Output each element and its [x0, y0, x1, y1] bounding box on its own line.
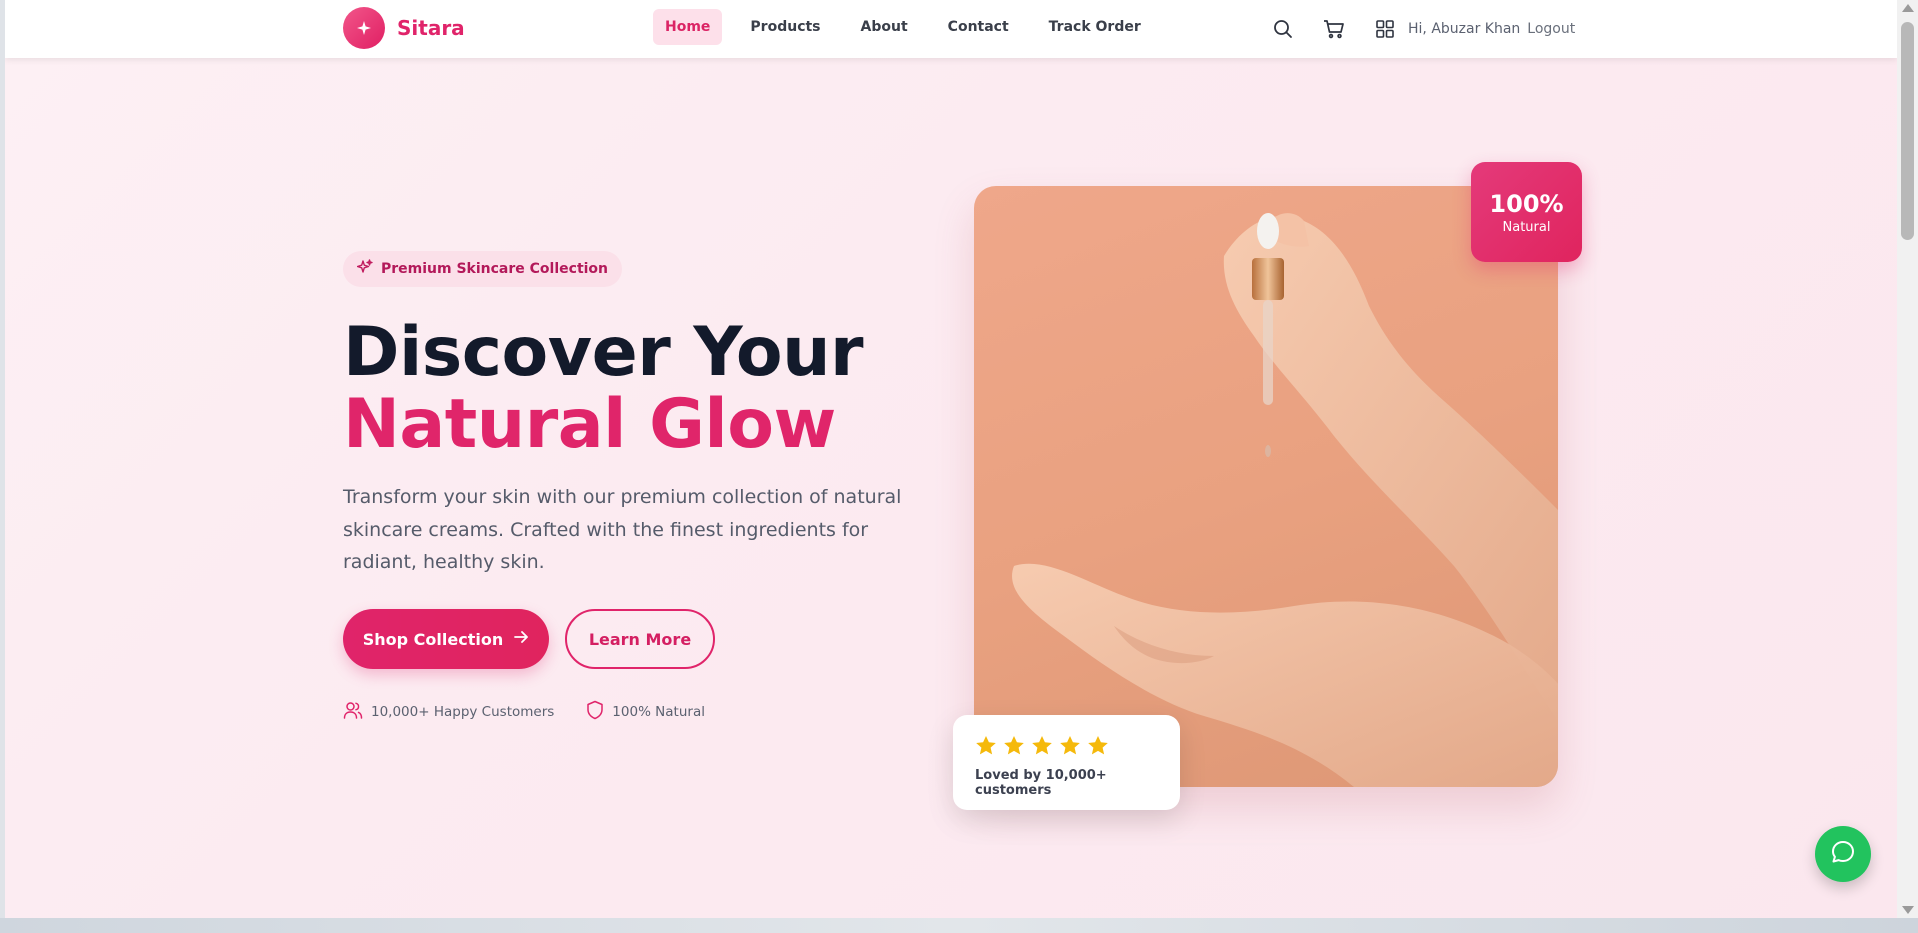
- star-icon: [1059, 735, 1081, 760]
- page-viewport: Sitara Home Products About Contact Track…: [5, 0, 1897, 918]
- grid-icon[interactable]: [1370, 14, 1400, 44]
- stat-natural-label: 100% Natural: [612, 704, 705, 720]
- logo[interactable]: Sitara: [343, 7, 465, 49]
- hero-product-image: [974, 186, 1558, 787]
- logout-link[interactable]: Logout: [1527, 21, 1575, 37]
- hero-description: Transform your skin with our premium col…: [343, 486, 902, 573]
- sparkle-logo-icon: [343, 7, 385, 49]
- star-icon: [1031, 735, 1053, 760]
- hero-stats: 10,000+ Happy Customers 100% Natural: [343, 700, 737, 724]
- collection-badge: Premium Skincare Collection: [343, 251, 623, 287]
- stat-natural: 100% Natural: [586, 700, 705, 724]
- star-icon: [1003, 735, 1025, 760]
- rating-text: Loved by 10,000+ customers: [975, 768, 1107, 798]
- natural-badge: 100% Natural: [1471, 162, 1582, 262]
- chat-icon: [1830, 839, 1856, 869]
- hero-title-line2: Natural Glow: [343, 385, 836, 464]
- navbar: Sitara Home Products About Contact Track…: [5, 0, 1897, 58]
- sparkles-icon: [356, 259, 373, 279]
- nav-item-about[interactable]: About: [849, 9, 920, 45]
- rating-card: Loved by 10,000+ customers: [953, 715, 1180, 810]
- scroll-thumb[interactable]: [1901, 22, 1914, 240]
- natural-badge-value: 100%: [1489, 189, 1564, 218]
- shop-collection-button[interactable]: Shop Collection: [343, 609, 549, 669]
- header-actions: Hi, Abuzar Khan Logout: [1268, 14, 1575, 44]
- star-rating: [975, 735, 1158, 760]
- taskbar-edge: [0, 918, 1918, 933]
- nav-item-home[interactable]: Home: [653, 9, 723, 45]
- search-icon[interactable]: [1268, 14, 1298, 44]
- natural-badge-label: Natural: [1502, 219, 1551, 235]
- stat-customers: 10,000+ Happy Customers: [343, 701, 554, 723]
- shield-icon: [586, 700, 604, 724]
- shop-collection-label: Shop Collection: [362, 629, 504, 649]
- learn-more-button[interactable]: Learn More: [565, 609, 715, 669]
- chat-button[interactable]: [1815, 826, 1871, 882]
- cart-icon[interactable]: [1319, 14, 1349, 44]
- users-icon: [343, 701, 363, 723]
- scroll-down-arrow-icon[interactable]: [1902, 906, 1914, 914]
- collection-badge-label: Premium Skincare Collection: [381, 261, 609, 277]
- main-nav: Home Products About Contact Track Order: [653, 9, 1169, 45]
- scroll-up-arrow-icon[interactable]: [1902, 4, 1914, 12]
- brand-name: Sitara: [397, 16, 465, 40]
- stat-customers-label: 10,000+ Happy Customers: [371, 704, 555, 720]
- page-scrollbar[interactable]: [1897, 0, 1918, 918]
- nav-item-track-order[interactable]: Track Order: [1037, 9, 1153, 45]
- star-icon: [1087, 735, 1109, 760]
- nav-item-contact[interactable]: Contact: [936, 9, 1021, 45]
- hero-title-line1: Discover Your: [343, 313, 864, 392]
- nav-item-products[interactable]: Products: [738, 9, 832, 45]
- user-greeting: Hi, Abuzar Khan: [1408, 21, 1521, 37]
- star-icon: [975, 735, 997, 760]
- arrow-right-icon: [513, 629, 529, 649]
